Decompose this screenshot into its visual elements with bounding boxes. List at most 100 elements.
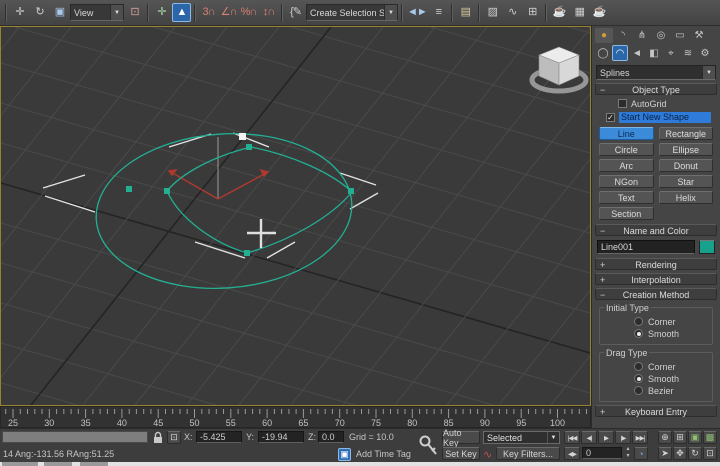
shape-button-ellipse[interactable]: Ellipse: [659, 143, 714, 156]
subtab-cameras[interactable]: ◧: [646, 45, 662, 61]
maxscript-mini-listener[interactable]: [2, 431, 148, 443]
radio-icon[interactable]: [634, 362, 643, 371]
perspective-viewport[interactable]: [0, 26, 591, 406]
schematic-view-icon[interactable]: ⊞: [523, 3, 542, 22]
key-filters-button[interactable]: Key Filters...: [496, 447, 560, 460]
start-new-shape-row[interactable]: ✓ Start New Shape: [606, 112, 720, 123]
shape-button-section[interactable]: Section: [599, 207, 654, 220]
select-and-manipulate-icon[interactable]: ✛: [152, 3, 171, 22]
zoom-extents-button[interactable]: ▣: [688, 431, 702, 444]
selection-set-dropdown[interactable]: Selected ▼: [483, 431, 560, 444]
shape-button-text[interactable]: Text: [599, 191, 654, 204]
render-setup-icon[interactable]: ☕: [550, 3, 569, 22]
select-and-rotate-icon[interactable]: ↻: [30, 3, 49, 22]
keyboard-shortcut-override-icon[interactable]: ▲: [172, 3, 191, 22]
tab-create[interactable]: ●: [595, 28, 613, 43]
shape-button-rectangle[interactable]: Rectangle: [659, 127, 714, 140]
rendered-frame-window-icon[interactable]: ▦: [570, 3, 589, 22]
auto-key-button[interactable]: Auto Key: [442, 431, 480, 444]
field-of-view-button[interactable]: ➤: [658, 447, 672, 460]
zoom-button[interactable]: ⊕: [658, 431, 672, 444]
render-production-icon[interactable]: ☕: [590, 3, 609, 22]
start-new-shape-checkbox[interactable]: ✓: [606, 113, 615, 122]
play-button[interactable]: ▶: [598, 431, 614, 444]
rollout-interpolation[interactable]: + Interpolation: [595, 273, 717, 285]
edit-named-selection-sets-icon[interactable]: {✎: [286, 3, 305, 22]
rollout-object-type[interactable]: − Object Type: [595, 83, 717, 95]
shape-button-arc[interactable]: Arc: [599, 159, 654, 172]
current-frame-field[interactable]: 0: [582, 447, 622, 459]
zoom-all-button[interactable]: ⊞: [673, 431, 687, 444]
add-time-tag[interactable]: Add Time Tag: [356, 449, 411, 459]
rollout-creation-method[interactable]: − Creation Method: [595, 288, 717, 300]
shape-button-star[interactable]: Star: [659, 175, 714, 188]
subtab-helpers[interactable]: ⌖: [663, 45, 679, 61]
mirror-icon[interactable]: ◄►: [406, 3, 428, 22]
y-coordinate-field[interactable]: -19.94: [258, 431, 304, 443]
align-icon[interactable]: ≡: [429, 3, 448, 22]
tab-hierarchy[interactable]: ⋔: [633, 28, 651, 43]
go-to-start-button[interactable]: |◀◀: [564, 431, 580, 444]
select-and-scale-icon[interactable]: ▣: [50, 3, 69, 22]
radio-icon[interactable]: [634, 329, 643, 338]
maximize-viewport-toggle[interactable]: ⊡: [703, 447, 717, 460]
radio-icon[interactable]: [634, 317, 643, 326]
percent-snap-icon[interactable]: %∩: [239, 3, 258, 22]
spline-category-dropdown[interactable]: Splines ▼: [596, 65, 716, 80]
viewcube[interactable]: [532, 47, 586, 91]
layer-manager-icon[interactable]: ▤: [456, 3, 475, 22]
set-key-button[interactable]: Set Key: [442, 447, 480, 460]
rollout-name-and-color[interactable]: − Name and Color: [595, 224, 717, 236]
radio-icon[interactable]: [634, 386, 643, 395]
snap-toggle-3d-icon[interactable]: 3∩: [199, 3, 218, 22]
subtab-space-warps[interactable]: ≋: [680, 45, 696, 61]
object-color-swatch[interactable]: [699, 240, 715, 254]
x-coordinate-field[interactable]: -5.425: [196, 431, 242, 443]
tab-display[interactable]: ▭: [671, 28, 689, 43]
time-slider-ruler[interactable]: 253035404550556065707580859095100: [0, 406, 591, 428]
absolute-mode-toggle[interactable]: ⊡: [167, 431, 181, 444]
angle-snap-icon[interactable]: ∠∩: [219, 3, 238, 22]
curve-editor-icon[interactable]: ∿: [503, 3, 522, 22]
subtab-shapes[interactable]: ◠: [612, 45, 628, 61]
selection-lock-icon[interactable]: [152, 431, 164, 444]
radio-drag-smooth[interactable]: Smooth: [634, 373, 710, 384]
tab-motion[interactable]: ◎: [652, 28, 670, 43]
tab-modify[interactable]: ◝: [614, 28, 632, 43]
set-key-filters-curve-icon[interactable]: ∿: [483, 448, 492, 461]
toolbox-icon[interactable]: ▨: [483, 3, 502, 22]
next-frame-button[interactable]: |▶: [615, 431, 631, 444]
subtab-geometry[interactable]: ◯: [595, 45, 611, 61]
previous-frame-button[interactable]: ◀|: [581, 431, 597, 444]
z-coordinate-field[interactable]: 0.0: [318, 431, 344, 443]
rollout-keyboard-entry[interactable]: + Keyboard Entry: [595, 405, 717, 417]
zoom-extents-all-button[interactable]: ▩: [703, 431, 717, 444]
use-pivot-point-center-icon[interactable]: ⊡: [125, 3, 144, 22]
radio-drag-corner[interactable]: Corner: [634, 361, 710, 372]
orbit-button[interactable]: ↻: [688, 447, 702, 460]
window-toggle-button[interactable]: ▣: [338, 448, 351, 461]
autogrid-checkbox-row[interactable]: AutoGrid: [618, 98, 720, 109]
rollout-rendering[interactable]: + Rendering: [595, 258, 717, 270]
key-mode-toggle-button[interactable]: ◀▶: [564, 447, 580, 460]
spinner-snap-icon[interactable]: ↕∩: [259, 3, 278, 22]
named-selection-set-field[interactable]: Create Selection Se▼: [306, 4, 398, 21]
object-name-field[interactable]: Line001: [597, 240, 695, 254]
radio-drag-bezier[interactable]: Bezier: [634, 385, 710, 396]
radio-initial-smooth[interactable]: Smooth: [634, 328, 710, 339]
shape-button-ngon[interactable]: NGon: [599, 175, 654, 188]
pan-view-button[interactable]: ✥: [673, 447, 687, 460]
autogrid-checkbox[interactable]: [618, 99, 627, 108]
select-and-move-icon[interactable]: ✛: [10, 3, 29, 22]
shape-button-donut[interactable]: Donut: [659, 159, 714, 172]
tab-utilities[interactable]: ⚒: [690, 28, 708, 43]
time-configuration-button[interactable]: ◔: [634, 447, 648, 460]
radio-initial-corner[interactable]: Corner: [634, 316, 710, 327]
shape-button-circle[interactable]: Circle: [599, 143, 654, 156]
subtab-lights[interactable]: ◄: [629, 45, 645, 61]
shape-button-line[interactable]: Line: [599, 127, 654, 140]
go-to-end-button[interactable]: ▶▶|: [632, 431, 648, 444]
subtab-systems[interactable]: ⚙: [697, 45, 713, 61]
frame-spinner[interactable]: ▴▾: [624, 446, 632, 460]
radio-icon[interactable]: [634, 374, 643, 383]
